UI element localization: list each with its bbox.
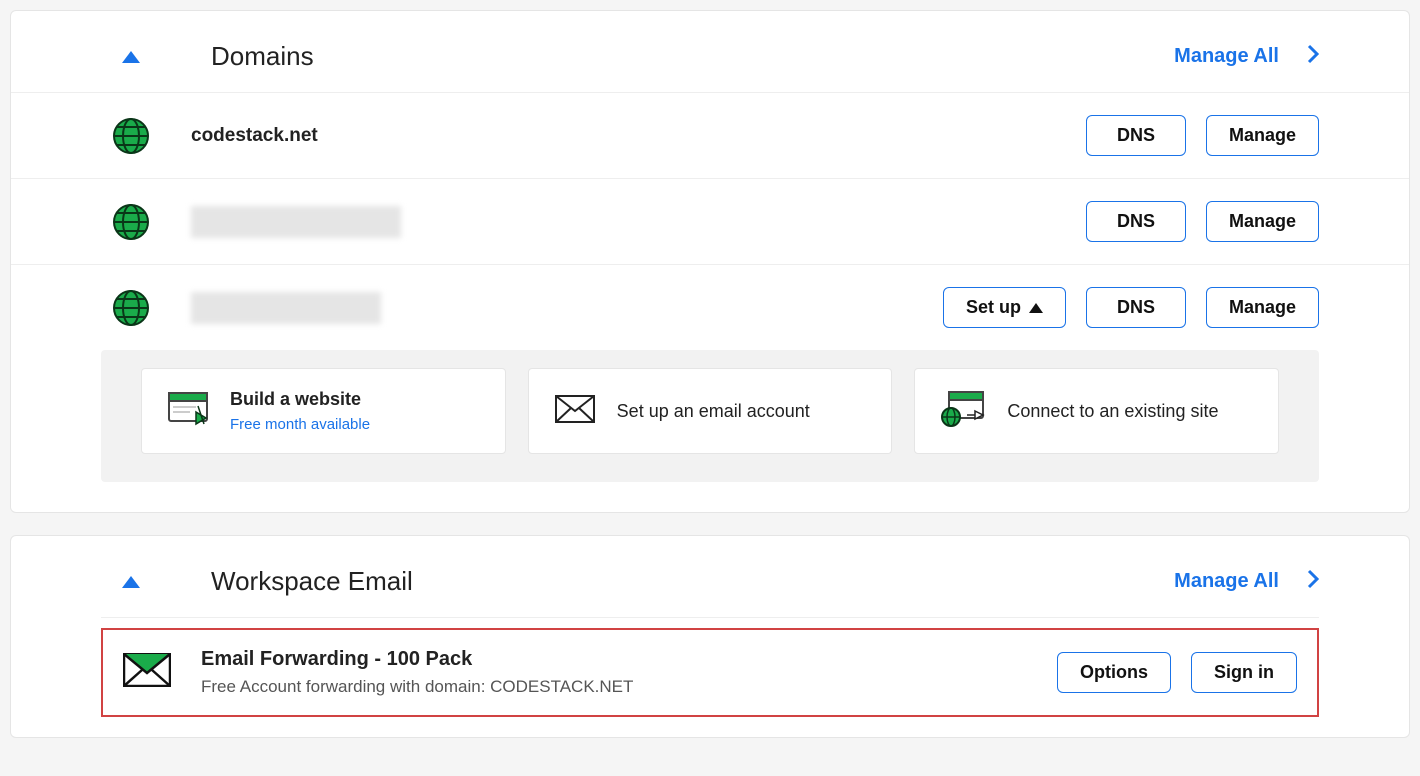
signin-button[interactable]: Sign in bbox=[1191, 652, 1297, 693]
manage-all-label: Manage All bbox=[1174, 570, 1279, 593]
workspace-header: Workspace Email Manage All bbox=[11, 536, 1409, 617]
email-forwarding-title: Email Forwarding - 100 Pack bbox=[201, 648, 633, 671]
card-title: Set up an email account bbox=[617, 401, 810, 422]
setup-cards-strip: Build a website Free month available Set… bbox=[101, 350, 1319, 482]
dns-button[interactable]: DNS bbox=[1086, 115, 1186, 156]
manage-all-workspace-link[interactable]: Manage All bbox=[1174, 569, 1319, 595]
card-title: Build a website bbox=[230, 389, 370, 410]
card-build-website[interactable]: Build a website Free month available bbox=[141, 368, 506, 454]
manage-all-domains-link[interactable]: Manage All bbox=[1174, 44, 1319, 70]
domains-header: Domains Manage All bbox=[11, 11, 1409, 92]
envelope-icon bbox=[555, 395, 595, 428]
collapse-caret-domains[interactable] bbox=[101, 51, 161, 63]
manage-button[interactable]: Manage bbox=[1206, 287, 1319, 328]
domain-name-redacted bbox=[191, 206, 401, 238]
globe-icon bbox=[101, 203, 161, 241]
domain-name-redacted bbox=[191, 292, 381, 324]
domain-name-label: codestack.net bbox=[191, 125, 318, 147]
caret-up-icon bbox=[1029, 303, 1043, 313]
connect-site-icon bbox=[941, 391, 985, 432]
card-subtitle: Free month available bbox=[230, 416, 370, 433]
chevron-right-icon bbox=[1307, 569, 1319, 595]
domains-title: Domains bbox=[211, 41, 314, 72]
card-setup-email[interactable]: Set up an email account bbox=[528, 368, 893, 454]
workspace-email-panel: Workspace Email Manage All Email Forward… bbox=[10, 535, 1410, 738]
globe-icon bbox=[101, 117, 161, 155]
workspace-title: Workspace Email bbox=[211, 566, 413, 597]
email-forwarding-sub: Free Account forwarding with domain: COD… bbox=[201, 677, 633, 697]
manage-button[interactable]: Manage bbox=[1206, 201, 1319, 242]
domain-row: codestack.net DNS Manage bbox=[11, 92, 1409, 178]
card-connect-site[interactable]: Connect to an existing site bbox=[914, 368, 1279, 454]
envelope-green-icon bbox=[123, 653, 171, 692]
options-button[interactable]: Options bbox=[1057, 652, 1171, 693]
card-title: Connect to an existing site bbox=[1007, 401, 1218, 422]
build-site-icon bbox=[168, 392, 208, 431]
chevron-right-icon bbox=[1307, 44, 1319, 70]
globe-icon bbox=[101, 289, 161, 327]
domain-row: DNS Manage bbox=[11, 178, 1409, 264]
dns-button[interactable]: DNS bbox=[1086, 201, 1186, 242]
manage-button[interactable]: Manage bbox=[1206, 115, 1319, 156]
caret-up-icon bbox=[122, 576, 140, 588]
setup-button[interactable]: Set up bbox=[943, 287, 1066, 328]
collapse-caret-workspace[interactable] bbox=[101, 576, 161, 588]
caret-up-icon bbox=[122, 51, 140, 63]
setup-label: Set up bbox=[966, 297, 1021, 318]
domain-row: Set up DNS Manage bbox=[11, 264, 1409, 350]
domains-panel: Domains Manage All codestack.net bbox=[10, 10, 1410, 513]
dns-button[interactable]: DNS bbox=[1086, 287, 1186, 328]
email-forwarding-row: Email Forwarding - 100 Pack Free Account… bbox=[101, 628, 1319, 717]
manage-all-label: Manage All bbox=[1174, 45, 1279, 68]
